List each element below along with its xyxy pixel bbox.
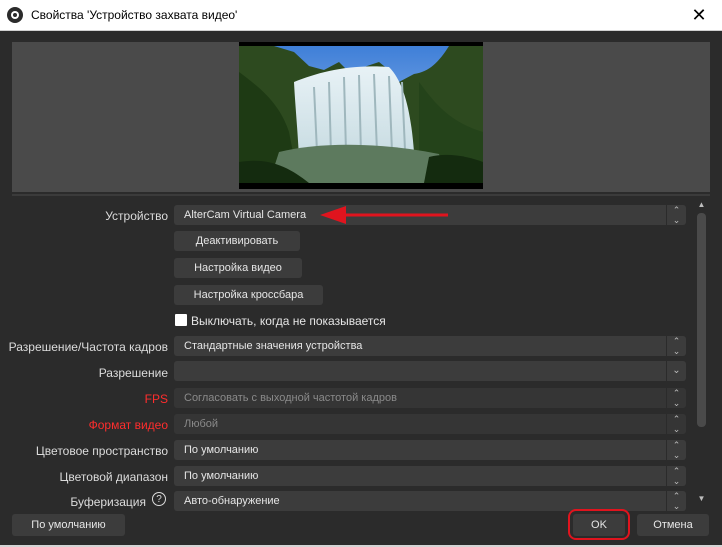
buffering-label: Буферизация: [70, 495, 146, 509]
cancel-button[interactable]: Отмена: [637, 514, 709, 536]
hide-when-not-shown-label: Выключать, когда не показывается: [191, 314, 386, 328]
device-value: AlterCam Virtual Camera: [184, 209, 307, 221]
preview-area: [12, 42, 710, 192]
splitter[interactable]: [12, 194, 710, 196]
color-range-combo[interactable]: По умолчанию ⌃ ⌄: [174, 466, 686, 486]
combo-arrows-icon: ⌃ ⌄: [666, 414, 686, 434]
resolution-fps-type-combo[interactable]: Стандартные значения устройства ⌃ ⌄: [174, 336, 686, 356]
device-label: Устройство: [105, 209, 168, 223]
deactivate-button[interactable]: Деактивировать: [174, 231, 300, 251]
dialog-body: Устройство AlterCam Virtual Camera ⌃ ⌄ Де…: [0, 31, 722, 547]
obs-logo-icon: [7, 7, 23, 23]
resolution-fps-type-label: Разрешение/Частота кадров: [8, 340, 168, 354]
buffering-combo[interactable]: Авто-обнаружение ⌃ ⌄: [174, 491, 686, 511]
ok-highlight-annotation: [568, 509, 630, 540]
close-button[interactable]: ✕: [676, 0, 722, 30]
color-space-label: Цветовое пространство: [35, 444, 168, 458]
fps-combo[interactable]: Согласовать с выходной частотой кадров ⌃…: [174, 388, 686, 408]
buffering-value: Авто-обнаружение: [184, 495, 280, 507]
combo-arrows-icon: ⌃ ⌄: [666, 491, 686, 511]
resolution-label: Разрешение: [98, 366, 168, 380]
red-arrow-annotation-icon: [320, 206, 448, 224]
combo-arrows-icon: ⌃ ⌄: [666, 440, 686, 460]
combo-arrows-icon: ⌃ ⌄: [666, 336, 686, 356]
color-range-label: Цветовой диапазон: [59, 470, 168, 484]
color-space-value: По умолчанию: [184, 444, 259, 456]
combo-arrows-icon: ⌃ ⌄: [666, 388, 686, 408]
hide-when-not-shown-checkbox[interactable]: [175, 314, 187, 326]
video-format-combo[interactable]: Любой ⌃ ⌄: [174, 414, 686, 434]
chevron-down-icon: ⌄: [666, 361, 686, 381]
window-title: Свойства 'Устройство захвата видео': [31, 8, 238, 22]
title-bar: Свойства 'Устройство захвата видео' ✕: [0, 0, 722, 31]
defaults-button[interactable]: По умолчанию: [12, 514, 125, 536]
scroll-down-icon[interactable]: ▼: [695, 493, 708, 505]
crossbar-settings-button[interactable]: Настройка кроссбара: [174, 285, 323, 305]
resolution-combo[interactable]: ⌄: [174, 361, 686, 381]
scroll-thumb[interactable]: [697, 213, 706, 427]
fps-value: Согласовать с выходной частотой кадров: [184, 392, 397, 404]
combo-arrows-icon: ⌃ ⌄: [666, 466, 686, 486]
fps-label: FPS: [144, 392, 168, 406]
color-space-combo[interactable]: По умолчанию ⌃ ⌄: [174, 440, 686, 460]
video-format-value: Любой: [184, 418, 219, 430]
waterfall-preview-image: [239, 42, 483, 189]
resolution-fps-type-value: Стандартные значения устройства: [184, 340, 363, 352]
video-preview: [239, 42, 483, 189]
video-format-label: Формат видео: [88, 418, 168, 432]
vertical-scrollbar[interactable]: ▲ ▼: [695, 199, 708, 505]
color-range-value: По умолчанию: [184, 470, 259, 482]
video-settings-button[interactable]: Настройка видео: [174, 258, 302, 278]
help-icon[interactable]: ?: [152, 492, 166, 506]
combo-arrows-icon: ⌃ ⌄: [666, 205, 686, 225]
scroll-up-icon[interactable]: ▲: [695, 199, 708, 211]
